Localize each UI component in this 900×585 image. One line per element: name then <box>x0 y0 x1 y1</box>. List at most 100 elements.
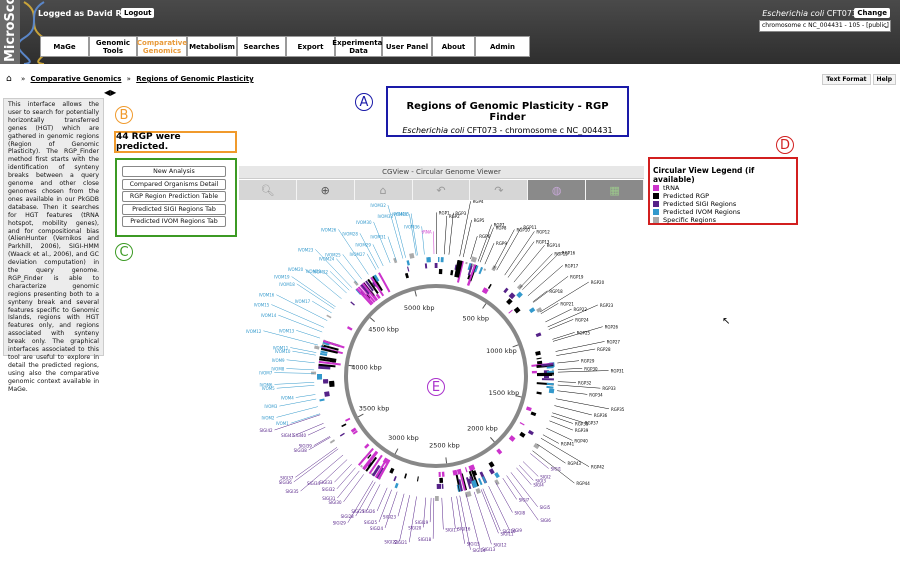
feature-arc <box>536 360 543 366</box>
feature-arc <box>508 309 513 314</box>
feature-label: SIGI12 <box>493 542 507 547</box>
help-button[interactable]: Help <box>872 74 896 85</box>
collapse-panel-icon[interactable]: ◀▶ <box>104 88 116 97</box>
menu-item-experimental-data[interactable]: Experimental Data <box>332 36 385 57</box>
feature-label: RGP18 <box>549 289 563 294</box>
menu-item-comparative-genomics[interactable]: Comparative Genomics <box>137 36 187 57</box>
redo-icon[interactable]: ↷ <box>470 180 529 200</box>
label-leader <box>495 482 513 513</box>
menu-item-metabolism[interactable]: Metabolism <box>187 36 237 57</box>
feature-label: IVOM17 <box>295 299 311 304</box>
change-genome-button[interactable]: Change <box>854 8 890 18</box>
feature-label: RGP22 <box>574 307 588 312</box>
breadcrumb-separator: » <box>126 75 131 83</box>
linear-view-icon[interactable]: ▦ <box>586 180 645 200</box>
sigi-regions-tab-button[interactable]: Predicted SIGI Regions Tab <box>122 203 226 215</box>
feature-label: SIGI22 <box>384 539 398 544</box>
undo-icon[interactable]: ↶ <box>413 180 471 200</box>
feature-label: IVOM8 <box>271 367 284 372</box>
mouse-cursor-icon: ↖ <box>722 316 731 327</box>
label-leader <box>557 368 583 370</box>
label-leader <box>321 459 348 484</box>
feature-label: RGP16 <box>562 250 576 255</box>
feature-arc <box>375 293 381 300</box>
label-leader <box>296 330 321 339</box>
feature-arc <box>535 332 542 338</box>
compared-organisms-detail-button[interactable]: Compared Organisms Detail <box>122 178 226 190</box>
feature-arc <box>389 467 395 474</box>
label-leader <box>293 448 339 483</box>
label-leader <box>432 497 435 539</box>
home-icon[interactable]: ⌂ <box>355 180 413 200</box>
feature-arc <box>487 283 492 289</box>
feature-label: IVOM3 <box>264 404 277 409</box>
rgp-prediction-table-button[interactable]: RGP Region Prediction Table <box>122 191 226 202</box>
ivom-regions-tab-button[interactable]: Predicted IVOM Regions Tab <box>122 216 226 227</box>
feature-arc <box>496 448 503 455</box>
home-icon[interactable]: ⌂ <box>6 74 12 84</box>
label-leader <box>384 491 398 528</box>
label-leader <box>462 219 472 258</box>
viewer-toolbar: 🔍︎ ⊕ ⌂ ↶ ↷ ◍ ▦ <box>239 180 645 200</box>
new-analysis-button[interactable]: New Analysis <box>122 166 226 177</box>
feature-label: IVOM4 <box>281 395 294 400</box>
label-leader <box>488 485 510 531</box>
circle-view-icon[interactable]: ◍ <box>528 180 587 200</box>
breadcrumb-comparative-genomics[interactable]: Comparative Genomics <box>30 75 121 83</box>
label-leader <box>451 496 456 529</box>
label-leader <box>312 300 332 314</box>
menu-item-mage[interactable]: MaGe <box>40 36 89 57</box>
tick-label: 1500 kbp <box>489 389 520 397</box>
tick-mark <box>394 448 399 455</box>
menu-item-searches[interactable]: Searches <box>237 36 286 57</box>
menu-item-user-panel[interactable]: User Panel <box>382 36 432 57</box>
feature-arc <box>450 270 454 276</box>
feature-cluster <box>318 366 331 370</box>
microscope-logo[interactable]: MicroScope <box>0 0 20 64</box>
viewer-title: CGView - Circular Genome Viewer <box>239 166 644 179</box>
feature-arc <box>468 464 476 471</box>
label-leader <box>342 254 362 280</box>
feature-label: RGP44 <box>576 481 590 486</box>
logout-button[interactable]: Logout <box>121 8 155 18</box>
label-leader <box>513 244 545 283</box>
feature-label: IVOM26 <box>321 227 337 232</box>
breadcrumb-rgp[interactable]: Regions of Genomic Plasticity <box>136 75 253 83</box>
menu-item-admin[interactable]: Admin <box>475 36 530 57</box>
feature-arc <box>319 398 325 402</box>
legend-label: tRNA <box>663 184 680 192</box>
feature-cluster <box>360 464 363 468</box>
feature-label: SIGI40 <box>293 433 307 438</box>
legend-label: Predicted IVOM Regions <box>663 208 741 216</box>
feature-arc <box>326 314 332 319</box>
feature-arc <box>530 411 537 417</box>
replicon-select[interactable]: chromosome c NC_004431 - 105 - [public] … <box>759 20 891 32</box>
label-leader <box>557 384 601 389</box>
feature-arc <box>516 283 524 290</box>
label-leader <box>554 405 592 416</box>
label-leader <box>394 215 406 258</box>
feature-label: RGP32 <box>578 380 592 385</box>
feature-arc <box>345 417 351 422</box>
label-leader <box>313 436 331 446</box>
zoom-in-icon[interactable]: ⊕ <box>297 180 355 200</box>
menu-item-export[interactable]: Export <box>286 36 335 57</box>
page-tools: Text Format Help <box>822 74 896 85</box>
menu-item-about[interactable]: About <box>432 36 475 57</box>
feature-arc <box>394 482 399 489</box>
text-format-button[interactable]: Text Format <box>822 74 871 85</box>
legend-label: Specific Regions <box>663 216 717 224</box>
legend-swatch <box>653 217 659 223</box>
feature-arc <box>519 422 525 426</box>
feature-arc <box>475 487 481 495</box>
annotation-label-e: E <box>427 378 445 396</box>
feature-label: RGP24 <box>575 317 589 322</box>
feature-label: tRNA <box>422 229 432 234</box>
menu-item-genomic-tools[interactable]: Genomic Tools <box>89 36 137 57</box>
circular-view-legend: Circular View Legend (if available) tRNA… <box>648 157 798 225</box>
feature-arc <box>341 423 347 428</box>
feature-label: SIGI24 <box>370 526 384 531</box>
breadcrumb-separator: » <box>20 75 26 83</box>
zoom-out-icon[interactable]: 🔍︎ <box>239 180 297 200</box>
feature-cluster <box>322 343 325 346</box>
